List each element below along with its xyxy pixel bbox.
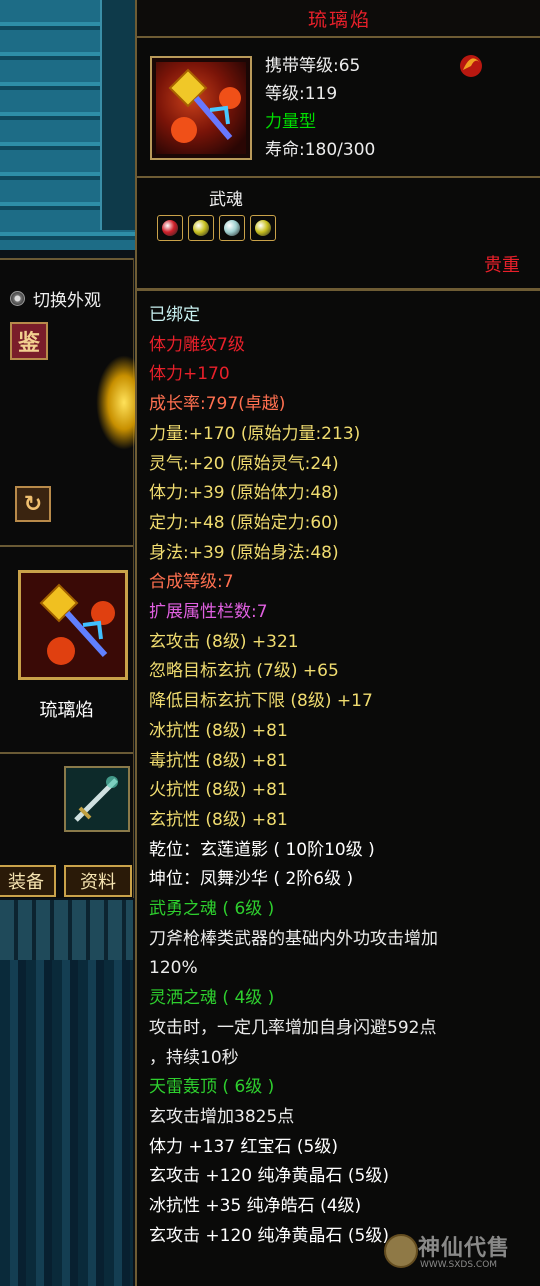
attribute-line: ，持续10秒 bbox=[149, 1047, 239, 1068]
attribute-line: 火抗性 (8级) +81 bbox=[149, 780, 288, 801]
watermark-url: WWW.SXDS.COM bbox=[420, 1260, 498, 1270]
attribute-line: 毒抗性 (8级) +81 bbox=[149, 750, 288, 771]
equipped-item-name: 琉璃焰 bbox=[39, 700, 94, 721]
attribute-line: 攻击时，一定几率增加自身闪避592点 bbox=[149, 1017, 437, 1038]
item-tooltip: 琉璃焰 携带等级:65 等级:119 力量型 寿命:180/300 武魂 贵重 … bbox=[135, 0, 540, 1286]
attribute-line: 乾位：玄莲道影 ( 10阶10级 ) bbox=[149, 839, 375, 860]
attribute-line: 成长率:797(卓越) bbox=[149, 394, 286, 415]
attribute-line: 武勇之魂 ( 6级 ) bbox=[149, 899, 275, 920]
attribute-line: 体力:+39 (原始体力:48) bbox=[149, 483, 339, 504]
appraise-button[interactable]: 鉴 bbox=[10, 322, 48, 360]
equipped-item-slot[interactable] bbox=[18, 570, 128, 680]
radio-button[interactable] bbox=[10, 291, 25, 306]
attribute-line: 忽略目标玄抗 (7级) +65 bbox=[149, 661, 339, 682]
gem-slots bbox=[157, 215, 276, 241]
panel-divider bbox=[0, 752, 133, 754]
item-type: 力量型 bbox=[265, 112, 316, 132]
panel-divider bbox=[0, 258, 133, 260]
yellow-crystal-gem-icon-2[interactable] bbox=[250, 215, 276, 241]
attribute-line: 合成等级:7 bbox=[149, 572, 234, 593]
attribute-line: 冰抗性 (8级) +81 bbox=[149, 720, 288, 741]
ruby-gem-icon[interactable] bbox=[157, 215, 183, 241]
rotate-icon[interactable]: ↻ bbox=[15, 486, 51, 522]
attribute-line: 坤位：凤舞沙华 ( 2阶6级 ) bbox=[149, 869, 354, 890]
liuli-flame-weapon-icon bbox=[21, 573, 125, 677]
roof-pillar bbox=[100, 0, 135, 230]
carry-level: 携带等级:65 bbox=[265, 56, 361, 76]
attribute-list: 已绑定体力雕纹7级 体力+170 成长率:797(卓越) 力量:+170 (原始力量:… bbox=[149, 301, 539, 1252]
section-divider bbox=[137, 176, 540, 178]
tooltip-title-bar: 琉璃焰 bbox=[137, 0, 540, 38]
yellow-crystal-gem-icon[interactable] bbox=[188, 215, 214, 241]
flame-emblem-icon bbox=[455, 48, 487, 80]
watermark-text: 神仙代售 bbox=[418, 1236, 511, 1261]
item-title: 琉璃焰 bbox=[307, 8, 371, 31]
attribute-line: 玄攻击增加3825点 bbox=[149, 1106, 295, 1127]
weapon-glow bbox=[96, 355, 135, 450]
switch-appearance-label: 切换外观 bbox=[33, 291, 101, 311]
attribute-line: 体力+170 bbox=[149, 364, 230, 385]
tab-equipment[interactable]: 装备 bbox=[0, 865, 56, 897]
attribute-line: 冰抗性 +35 纯净皓石 (4级) bbox=[149, 1196, 362, 1217]
attribute-line: 体力 +137 红宝石 (5级) bbox=[149, 1136, 338, 1157]
attribute-line: 天雷轰顶 ( 6级 ) bbox=[149, 1077, 275, 1098]
attribute-line: 120% bbox=[149, 958, 198, 979]
item-lifespan: 寿命:180/300 bbox=[265, 140, 376, 160]
item-level: 等级:119 bbox=[265, 84, 338, 104]
attribute-line: 体力雕纹7级 bbox=[149, 334, 245, 355]
attribute-line: 身法:+39 (原始身法:48) bbox=[149, 542, 339, 563]
mascot-icon bbox=[384, 1234, 418, 1268]
white-gem-icon[interactable] bbox=[219, 215, 245, 241]
item-icon-frame bbox=[150, 56, 252, 160]
attribute-line: 已绑定 bbox=[149, 305, 200, 325]
attribute-line: 玄攻击 (8级) +321 bbox=[149, 631, 299, 652]
item-icon-background bbox=[156, 62, 246, 154]
rarity-label: 贵重 bbox=[484, 255, 520, 276]
weapon-soul-label: 武魂 bbox=[209, 190, 243, 210]
sword-icon bbox=[74, 776, 118, 822]
game-background: 切换外观 鉴 ↻ 琉璃焰 装备 资料 bbox=[0, 0, 135, 1286]
attribute-line: 降低目标玄抗下限 (8级) +17 bbox=[149, 691, 373, 712]
attribute-line: 扩展属性栏数:7 bbox=[149, 602, 268, 623]
sword-slot[interactable] bbox=[64, 766, 130, 832]
attribute-line: 力量:+170 (原始力量:213) bbox=[149, 423, 361, 444]
attribute-line: 灵气:+20 (原始灵气:24) bbox=[149, 453, 339, 474]
roof-edge bbox=[0, 900, 133, 960]
liuli-flame-icon bbox=[168, 68, 241, 143]
tab-info[interactable]: 资料 bbox=[64, 865, 132, 897]
attribute-line: 玄攻击 +120 纯净黄晶石 (5级) bbox=[149, 1166, 389, 1187]
switch-appearance-option[interactable]: 切换外观 bbox=[10, 286, 101, 311]
attribute-line: 刀斧枪棒类武器的基础内外功攻击增加 bbox=[149, 928, 438, 949]
watermark: 神仙代售 WWW.SXDS.COM bbox=[382, 1228, 537, 1278]
attribute-line: 玄抗性 (8级) +81 bbox=[149, 809, 288, 830]
attribute-line: 灵洒之魂 ( 4级 ) bbox=[149, 988, 275, 1009]
attribute-line: 定力:+48 (原始定力:60) bbox=[149, 512, 339, 533]
attributes-divider bbox=[137, 288, 540, 291]
panel-divider bbox=[0, 545, 133, 547]
